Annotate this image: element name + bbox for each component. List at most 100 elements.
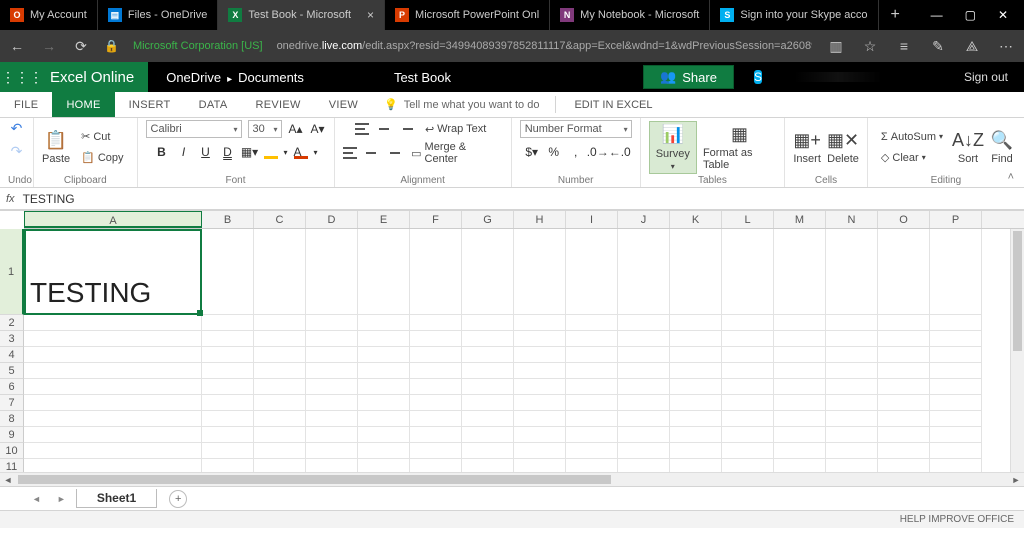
cell[interactable]	[358, 395, 410, 411]
clear-button[interactable]: ◇Clear▾	[876, 149, 948, 167]
row-header[interactable]: 4	[0, 347, 24, 363]
cell[interactable]	[878, 427, 930, 443]
cell[interactable]	[306, 315, 358, 331]
insert-cells-button[interactable]: ▦+Insert	[793, 129, 821, 165]
cell[interactable]	[774, 347, 826, 363]
cell[interactable]	[514, 347, 566, 363]
breadcrumb-documents[interactable]: Documents	[238, 70, 304, 85]
cell[interactable]	[358, 331, 410, 347]
cell[interactable]	[254, 315, 306, 331]
cell[interactable]	[514, 427, 566, 443]
cell[interactable]	[774, 427, 826, 443]
cell[interactable]	[358, 363, 410, 379]
paste-button[interactable]: 📋Paste	[42, 129, 70, 165]
cell[interactable]	[358, 347, 410, 363]
scrollbar-thumb[interactable]	[1013, 231, 1022, 351]
row-header[interactable]: 8	[0, 411, 24, 427]
cell[interactable]	[410, 363, 462, 379]
cell[interactable]	[514, 411, 566, 427]
cell[interactable]	[722, 347, 774, 363]
cell[interactable]	[514, 395, 566, 411]
cell-a1-selected[interactable]: TESTING	[24, 229, 202, 315]
tab-review[interactable]: REVIEW	[242, 92, 315, 117]
cell[interactable]	[670, 379, 722, 395]
cell[interactable]	[410, 411, 462, 427]
app-launcher-icon[interactable]: ⋮⋮⋮	[0, 62, 44, 92]
row-header[interactable]: 2	[0, 315, 24, 331]
cell[interactable]	[878, 229, 930, 315]
cell[interactable]	[24, 443, 202, 459]
cell[interactable]	[618, 347, 670, 363]
comma-icon[interactable]: ,	[568, 144, 584, 160]
cell[interactable]	[462, 411, 514, 427]
close-icon[interactable]: ×	[367, 8, 374, 22]
sign-out-link[interactable]: Sign out	[948, 70, 1024, 84]
cell[interactable]	[930, 347, 982, 363]
number-format-select[interactable]: Number Format	[520, 120, 632, 138]
add-sheet-button[interactable]: +	[169, 490, 187, 508]
cell[interactable]	[618, 411, 670, 427]
align-bottom-icon[interactable]	[398, 121, 414, 137]
cell[interactable]	[618, 427, 670, 443]
cell[interactable]	[306, 331, 358, 347]
cell[interactable]	[930, 459, 982, 472]
cell[interactable]	[24, 315, 202, 331]
cell[interactable]	[410, 229, 462, 315]
cell[interactable]	[618, 395, 670, 411]
col-header[interactable]: O	[878, 211, 930, 228]
sheet-nav-left-icon[interactable]: ◄	[26, 494, 47, 504]
cell[interactable]	[670, 427, 722, 443]
row-header[interactable]: 6	[0, 379, 24, 395]
cell[interactable]	[202, 315, 254, 331]
fill-color-button[interactable]	[264, 145, 278, 159]
align-middle-icon[interactable]	[376, 121, 392, 137]
col-header[interactable]: B	[202, 211, 254, 228]
cell[interactable]	[618, 459, 670, 472]
cell[interactable]	[722, 363, 774, 379]
browser-tab-active[interactable]: XTest Book - Microsoft×	[218, 0, 385, 30]
col-header[interactable]: M	[774, 211, 826, 228]
col-header[interactable]: L	[722, 211, 774, 228]
font-size-select[interactable]: 30	[248, 120, 282, 138]
font-name-select[interactable]: Calibri	[146, 120, 242, 138]
cell[interactable]	[462, 363, 514, 379]
cut-button[interactable]: Cut	[76, 128, 128, 146]
cell[interactable]	[722, 395, 774, 411]
browser-tab[interactable]: ▤Files - OneDrive	[98, 0, 218, 30]
collapse-ribbon-icon[interactable]: ˄	[1008, 171, 1014, 183]
cell[interactable]	[514, 363, 566, 379]
cell[interactable]	[826, 331, 878, 347]
cell[interactable]	[462, 229, 514, 315]
cell[interactable]	[410, 395, 462, 411]
cell[interactable]	[878, 315, 930, 331]
cell[interactable]	[722, 459, 774, 472]
decrease-decimal-icon[interactable]: ←.0	[612, 144, 628, 160]
col-header[interactable]: G	[462, 211, 514, 228]
cell[interactable]	[306, 427, 358, 443]
cell[interactable]	[24, 411, 202, 427]
scroll-right-icon[interactable]: ►	[1008, 473, 1024, 486]
cell[interactable]	[722, 331, 774, 347]
url-input[interactable]: onedrive.live.com/edit.aspx?resid=349940…	[277, 40, 812, 52]
cell[interactable]	[618, 363, 670, 379]
cell[interactable]	[826, 411, 878, 427]
cell[interactable]	[254, 411, 306, 427]
cell[interactable]	[618, 315, 670, 331]
cell[interactable]	[202, 331, 254, 347]
cell[interactable]	[254, 395, 306, 411]
cell[interactable]	[514, 459, 566, 472]
merge-center-button[interactable]: ▭Merge & Center	[406, 144, 503, 162]
cell[interactable]	[670, 443, 722, 459]
favorite-icon[interactable]: ☆	[860, 38, 880, 55]
cell[interactable]	[24, 363, 202, 379]
cell[interactable]	[410, 443, 462, 459]
cell[interactable]	[254, 229, 306, 315]
sort-button[interactable]: A↓ZSort	[954, 129, 982, 165]
find-button[interactable]: 🔍Find	[988, 129, 1016, 165]
share-icon[interactable]: ⟁	[962, 38, 982, 55]
forward-icon[interactable]: →	[40, 38, 58, 54]
cell[interactable]	[566, 347, 618, 363]
cell[interactable]	[358, 229, 410, 315]
cell[interactable]	[202, 347, 254, 363]
cell[interactable]	[670, 459, 722, 472]
